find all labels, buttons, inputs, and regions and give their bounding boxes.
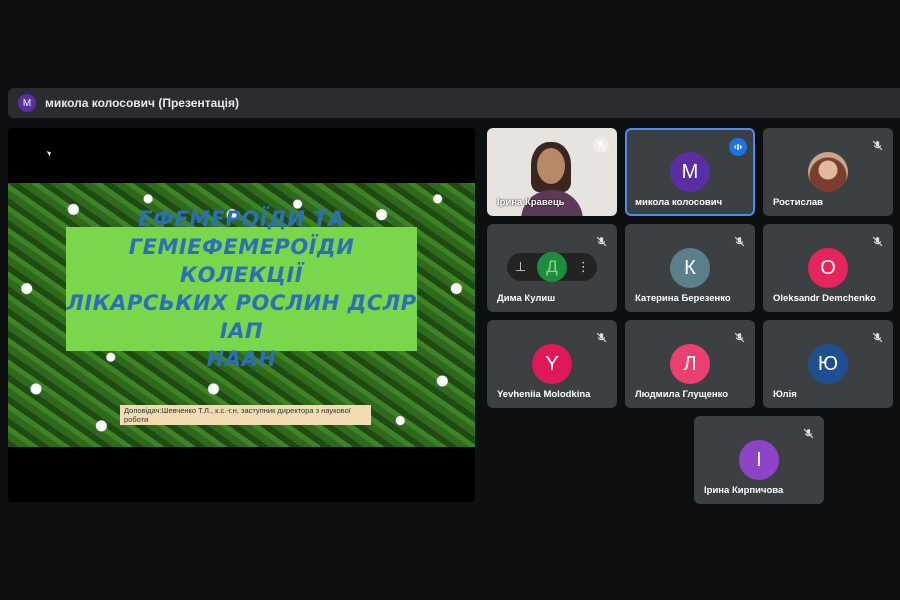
mic-off-icon (731, 233, 747, 249)
mic-off-icon (593, 329, 609, 345)
participant-avatar: Y (532, 344, 572, 384)
participant-name: Ростислав (773, 197, 823, 208)
participant-tile-oleksandr-demchenko[interactable]: O Oleksandr Demchenko (763, 224, 893, 312)
mic-off-icon (731, 329, 747, 345)
slide-caption: Доповідач:Шевченко Т.Л., к.с.-г.н, засту… (120, 405, 371, 425)
slide-title: ЕФЕМЕРОЇДИ ТА ГЕМІЕФЕМЕРОЇДИ КОЛЕКЦІЇ ЛІ… (66, 207, 417, 371)
participant-tile-yuliia[interactable]: Ю Юлія (763, 320, 893, 408)
participant-avatar: Л (670, 344, 710, 384)
mic-off-icon (593, 137, 609, 153)
participant-tile-yevheniia-molodkina[interactable]: Y Yevheniia Molodkina (487, 320, 617, 408)
participant-name: Yevheniia Molodkina (497, 389, 591, 400)
participant-avatar: І (739, 440, 779, 480)
participant-tile-iryna-kyrpychova[interactable]: І Ірина Кирпичова (694, 416, 824, 504)
participant-tile-iryna-kravets[interactable]: Ірина Кравець (487, 128, 617, 216)
participant-name: Ірина Кирпичова (704, 485, 784, 496)
participant-tile-mykola-kolosovych[interactable]: М микола колосович (625, 128, 755, 216)
participant-name: Ірина Кравець (497, 197, 565, 208)
tile-hover-controls: ⊥ Д ⋮ (507, 252, 597, 282)
participant-avatar: Ю (808, 344, 848, 384)
mic-off-icon (593, 233, 609, 249)
pin-icon[interactable]: ⊥ (510, 256, 532, 278)
participant-avatar: O (808, 248, 848, 288)
participant-name: Oleksandr Demchenko (773, 293, 876, 304)
participant-avatar: М (670, 152, 710, 192)
presentation-header-bar: М микола колосович (Презентація) (8, 88, 900, 118)
participant-avatar: Д (536, 252, 567, 282)
presentation-stage[interactable]: ЕФЕМЕРОЇДИ ТА ГЕМІЕФЕМЕРОЇДИ КОЛЕКЦІЇ ЛІ… (8, 128, 475, 502)
mic-off-icon (869, 137, 885, 153)
participant-tile-dyma-kulysh[interactable]: ⊥ Д ⋮ Дима Кулиш (487, 224, 617, 312)
participant-name: Дима Кулиш (497, 293, 556, 304)
participant-name: микола колосович (635, 197, 723, 208)
participant-avatar-photo (808, 152, 848, 192)
mic-off-icon (800, 425, 816, 441)
participant-tile-liudmyla-hlushchenko[interactable]: Л Людмила Глущенко (625, 320, 755, 408)
participant-name: Юлія (773, 389, 797, 400)
mouse-cursor-icon (46, 149, 53, 157)
mic-off-icon (869, 233, 885, 249)
participant-tile-rostyslav[interactable]: Ростислав (763, 128, 893, 216)
participant-name: Катерина Березенко (635, 293, 731, 304)
speaking-indicator-icon (729, 138, 747, 156)
mic-off-icon (869, 329, 885, 345)
slide: ЕФЕМЕРОЇДИ ТА ГЕМІЕФЕМЕРОЇДИ КОЛЕКЦІЇ ЛІ… (8, 183, 475, 447)
slide-title-box: ЕФЕМЕРОЇДИ ТА ГЕМІЕФЕМЕРОЇДИ КОЛЕКЦІЇ ЛІ… (66, 207, 417, 371)
presentation-title: микола колосович (Презентація) (45, 96, 239, 110)
participant-tile-kateryna-berezenko[interactable]: К Катерина Березенко (625, 224, 755, 312)
participant-avatar: К (670, 248, 710, 288)
presenter-avatar: М (18, 94, 36, 112)
more-options-icon[interactable]: ⋮ (572, 256, 594, 278)
participant-name: Людмила Глущенко (635, 389, 729, 400)
